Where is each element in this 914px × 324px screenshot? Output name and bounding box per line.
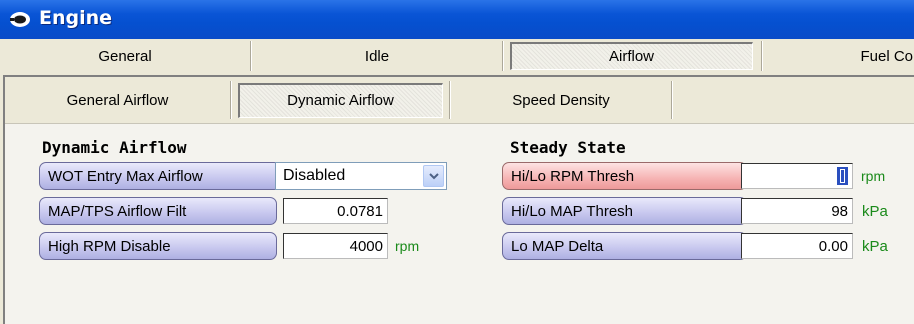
tab-label: General Airflow xyxy=(66,91,169,109)
section-title-dynamic-airflow: Dynamic Airflow xyxy=(42,138,187,157)
caret-value: 0 xyxy=(840,169,845,183)
tab-divider xyxy=(230,81,232,119)
wot-entry-select[interactable]: Disabled xyxy=(275,162,447,190)
rpm-unit: rpm xyxy=(395,238,420,254)
hi-lo-rpm-field[interactable]: 0 xyxy=(741,163,853,189)
tab-idle[interactable]: Idle xyxy=(252,39,502,73)
hi-lo-rpm-label: Hi/Lo RPM Thresh xyxy=(502,162,747,190)
tab-dynamic-airflow[interactable]: Dynamic Airflow xyxy=(238,77,443,123)
tab-airflow[interactable]: Airflow xyxy=(510,39,753,73)
tab-label: Airflow xyxy=(608,47,654,65)
tab-label: Dynamic Airflow xyxy=(287,91,394,109)
map-tps-filt-field[interactable]: 0.0781 xyxy=(283,198,388,224)
tab-label: Speed Density xyxy=(512,91,610,109)
dynamic-airflow-content: Dynamic Airflow WOT Entry Max Airflow Di… xyxy=(5,123,914,324)
window-title: Engine xyxy=(39,7,113,29)
tab-speed-density[interactable]: Speed Density xyxy=(451,77,671,123)
top-tab-strip: General Idle Airflow Fuel Cor xyxy=(0,39,914,73)
lo-map-delta-label: Lo MAP Delta xyxy=(502,232,747,260)
sub-tab-strip: General Airflow Dynamic Airflow Speed De… xyxy=(5,77,914,123)
tab-general-airflow[interactable]: General Airflow xyxy=(5,77,230,123)
tab-label: Idle xyxy=(364,47,390,65)
airflow-panel: General Airflow Dynamic Airflow Speed De… xyxy=(3,75,914,324)
engine-icon xyxy=(10,12,30,27)
hi-lo-map-label: Hi/Lo MAP Thresh xyxy=(502,197,747,225)
tab-label: General xyxy=(98,47,152,65)
lo-map-delta-field[interactable]: 0.00 xyxy=(741,233,853,259)
kpa-unit: kPa xyxy=(862,238,888,255)
tab-general[interactable]: General xyxy=(0,39,250,73)
map-tps-filt-label: MAP/TPS Airflow Filt xyxy=(39,197,277,225)
text-caret: 0 xyxy=(837,167,848,185)
rpm-unit: rpm xyxy=(861,168,886,184)
section-title-steady-state: Steady State xyxy=(510,138,626,157)
high-rpm-disable-field[interactable]: 4000 xyxy=(283,233,388,259)
wot-entry-value: Disabled xyxy=(283,167,346,184)
hi-lo-map-field[interactable]: 98 xyxy=(741,198,853,224)
chevron-down-icon[interactable] xyxy=(423,165,444,187)
kpa-unit: kPa xyxy=(862,203,888,220)
tab-label: Fuel Cor xyxy=(860,47,914,65)
window-title-bar[interactable]: Engine xyxy=(0,0,914,39)
tab-divider xyxy=(502,41,504,71)
tab-fuel-control[interactable]: Fuel Cor xyxy=(763,39,914,73)
tab-divider xyxy=(671,81,673,119)
wot-entry-label: WOT Entry Max Airflow xyxy=(39,162,281,190)
high-rpm-disable-label: High RPM Disable xyxy=(39,232,277,260)
